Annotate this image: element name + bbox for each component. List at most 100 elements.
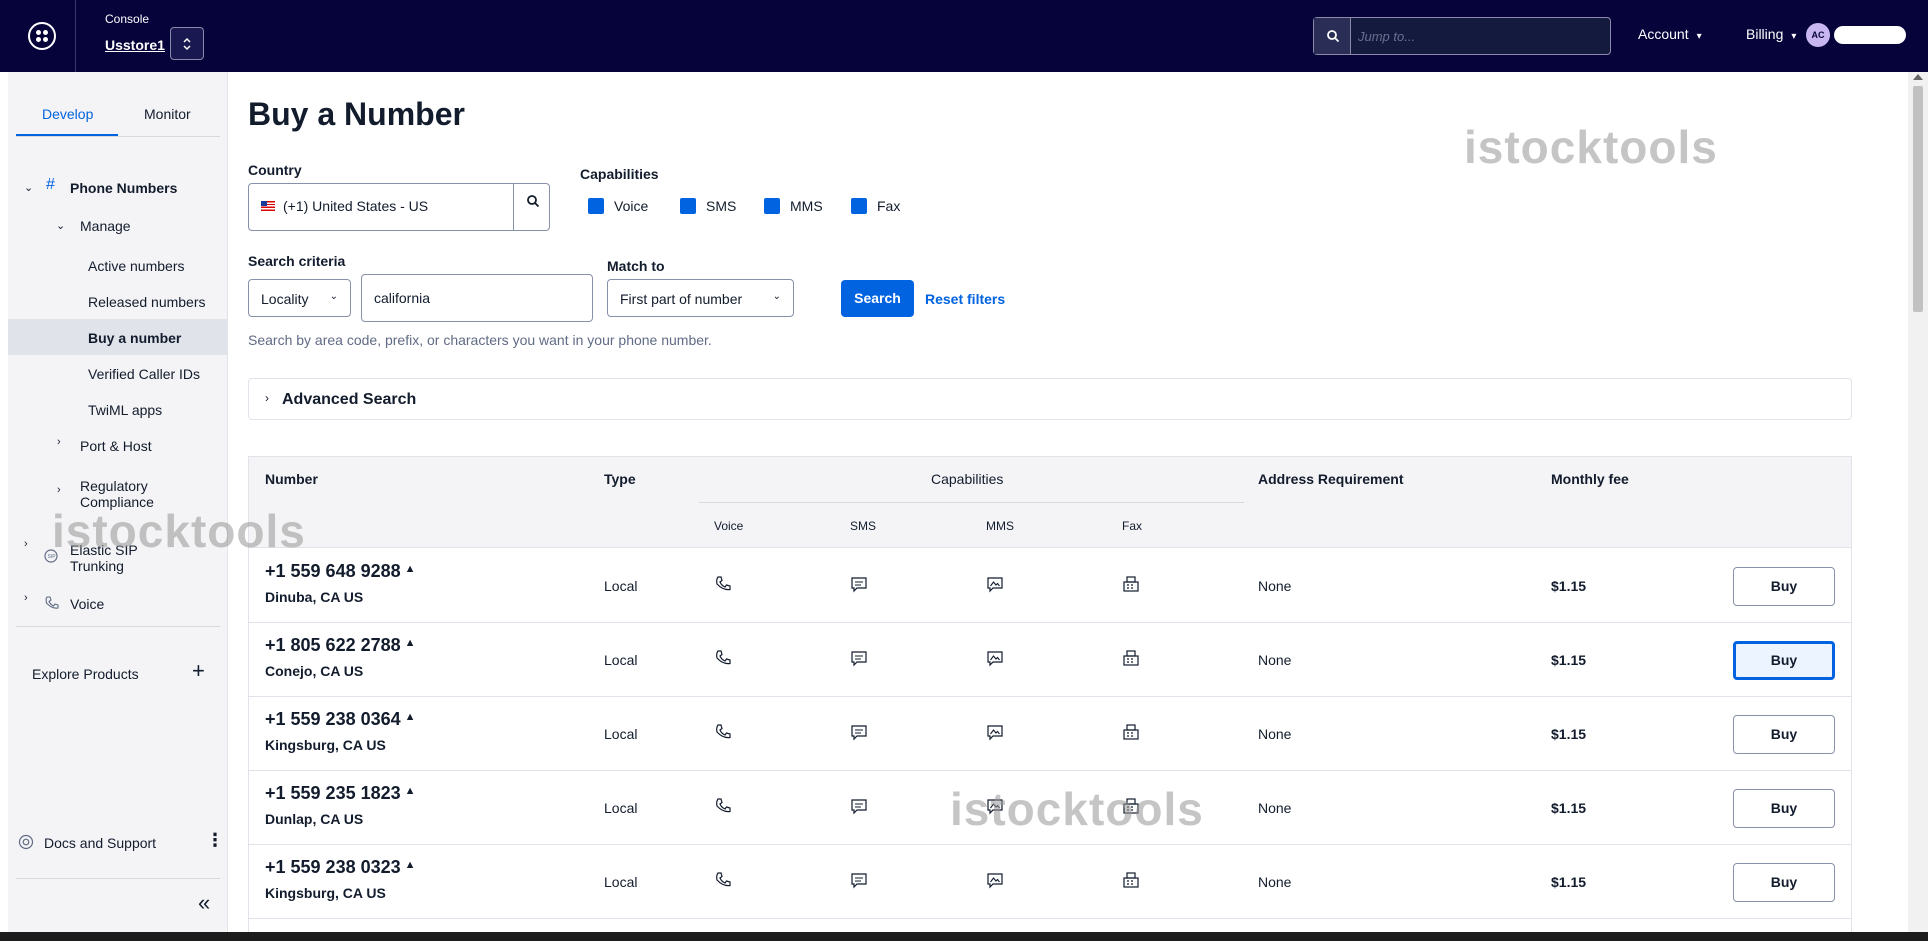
- watermark: istocktools: [52, 505, 306, 557]
- tab-monitor[interactable]: Monitor: [144, 106, 191, 122]
- chevron-right-icon[interactable]: ›: [24, 592, 28, 604]
- search-button[interactable]: [1314, 18, 1351, 54]
- capability-mms-checkbox[interactable]: MMS: [764, 198, 823, 214]
- capability-fax-checkbox[interactable]: Fax: [851, 198, 900, 214]
- phone-number: +1 559 235 1823 ▲: [265, 783, 416, 803]
- criteria-select-value: Locality: [261, 291, 309, 307]
- os-taskbar: [0, 932, 1928, 941]
- sort-triangle-icon: ▲: [404, 785, 416, 797]
- sidebar-item-manage[interactable]: Manage: [80, 218, 131, 234]
- plus-icon[interactable]: +: [192, 658, 205, 684]
- sidebar-item-buy-a-number[interactable]: Buy a number: [88, 330, 181, 346]
- checkbox-checked-icon: [680, 198, 696, 214]
- chevron-right-icon[interactable]: ›: [57, 436, 61, 448]
- sidebar-item-verified-caller-ids[interactable]: Verified Caller IDs: [88, 366, 200, 382]
- user-name-redacted[interactable]: [1834, 26, 1906, 44]
- chevron-down-icon: ▾: [1791, 31, 1797, 42]
- buy-button[interactable]: Buy: [1733, 863, 1835, 902]
- buy-button[interactable]: Buy: [1733, 789, 1835, 828]
- sort-triangle-icon: ▲: [404, 859, 416, 871]
- table-row: +1 559 238 0364 ▲ Kingsburg, CA US Local Non…: [249, 697, 1851, 771]
- voice-capability-icon: [714, 723, 732, 741]
- scroll-up-arrow-icon[interactable]: [1913, 74, 1923, 80]
- scrollbar-thumb[interactable]: [1913, 86, 1923, 312]
- page-title: Buy a Number: [248, 96, 465, 132]
- sidebar-item-active-numbers[interactable]: Active numbers: [88, 258, 184, 274]
- capability-mms-label: MMS: [790, 198, 823, 214]
- more-vertical-icon[interactable]: ⋮: [206, 830, 224, 851]
- tab-develop[interactable]: Develop: [42, 106, 93, 122]
- account-name-link[interactable]: Usstore1: [105, 37, 165, 53]
- collapse-sidebar-icon[interactable]: «: [198, 890, 210, 916]
- sidebar-item-port-host[interactable]: Port & Host: [80, 438, 152, 454]
- header-monthly-fee: Monthly fee: [1551, 471, 1629, 487]
- search-button[interactable]: Search: [841, 280, 914, 317]
- sidebar-item-phone-numbers[interactable]: Phone Numbers: [70, 180, 177, 196]
- table-row: +1 559 648 9288 ▲ Dinuba, CA US Local None $1…: [249, 549, 1851, 623]
- lifebuoy-icon: [18, 834, 34, 850]
- table-row: +1 559 238 0323 ▲ Kingsburg, CA US Local Non…: [249, 845, 1851, 919]
- checkbox-checked-icon: [764, 198, 780, 214]
- buy-button[interactable]: Buy: [1733, 567, 1835, 606]
- jump-to-input[interactable]: [1358, 27, 1598, 45]
- checkbox-checked-icon: [588, 198, 604, 214]
- search-criteria-input[interactable]: [361, 274, 593, 322]
- sidebar-item-voice[interactable]: Voice: [70, 596, 104, 612]
- buy-button[interactable]: Buy: [1733, 641, 1835, 680]
- address-requirement: None: [1258, 652, 1292, 668]
- country-search-button[interactable]: [513, 184, 550, 230]
- sort-triangle-icon: ▲: [404, 711, 416, 723]
- chevron-down-icon[interactable]: ⌄: [24, 181, 33, 194]
- capabilities-label: Capabilities: [580, 166, 659, 182]
- fax-capability-icon: [1122, 575, 1140, 593]
- phone-number: +1 805 622 2788 ▲: [265, 635, 416, 655]
- twilio-logo-icon[interactable]: [28, 22, 56, 50]
- docs-and-support-link[interactable]: Docs and Support: [44, 835, 156, 851]
- monthly-fee: $1.15: [1551, 578, 1587, 594]
- sidebar-item-twiml-apps[interactable]: TwiML apps: [88, 402, 162, 418]
- phone-number: +1 559 648 9288 ▲: [265, 561, 416, 581]
- chevron-down-icon: ▾: [1696, 31, 1702, 42]
- number-type: Local: [604, 578, 638, 594]
- number-type: Local: [604, 726, 638, 742]
- chevron-right-icon[interactable]: ›: [24, 538, 28, 550]
- address-requirement: None: [1258, 578, 1292, 594]
- results-table: Number Type Capabilities Address Require…: [248, 456, 1852, 932]
- chevron-right-icon[interactable]: ›: [57, 484, 61, 496]
- country-select[interactable]: (+1) United States - US: [248, 183, 550, 231]
- account-menu[interactable]: Account ▾: [1638, 26, 1702, 42]
- number-location: Conejo, CA US: [265, 663, 364, 679]
- match-to-select[interactable]: First part of number ⌄: [607, 279, 794, 317]
- account-switcher-button[interactable]: [170, 27, 204, 60]
- header-type: Type: [604, 471, 636, 487]
- search-criteria-select[interactable]: Locality ⌄: [248, 279, 351, 317]
- checkbox-checked-icon: [851, 198, 867, 214]
- sidebar-item-released-numbers[interactable]: Released numbers: [88, 294, 206, 310]
- explore-products-link[interactable]: Explore Products: [32, 666, 139, 682]
- header-capabilities: Capabilities: [931, 471, 1004, 487]
- regulatory-line1: Regulatory: [80, 478, 148, 494]
- address-requirement: None: [1258, 726, 1292, 742]
- sms-capability-icon: [850, 871, 868, 889]
- mms-capability-icon: [986, 649, 1004, 667]
- chevron-down-icon: ⌄: [329, 291, 338, 302]
- main-scrollbar[interactable]: [1908, 72, 1928, 932]
- header-number: Number: [265, 471, 318, 487]
- advanced-search-accordion[interactable]: › Advanced Search: [248, 378, 1852, 420]
- number-location: Dinuba, CA US: [265, 589, 364, 605]
- account-menu-label: Account: [1638, 26, 1689, 42]
- sidebar: Develop Monitor ⌄ # Phone Numbers ⌄ Mana…: [8, 72, 228, 932]
- number-type: Local: [604, 874, 638, 890]
- chevron-down-icon: ⌄: [772, 291, 781, 302]
- capability-fax-label: Fax: [877, 198, 901, 214]
- capability-sms-checkbox[interactable]: SMS: [680, 198, 736, 214]
- chevron-right-icon: ›: [265, 391, 269, 405]
- voice-capability-icon: [714, 575, 732, 593]
- avatar[interactable]: AC: [1806, 23, 1830, 47]
- chevron-down-icon[interactable]: ⌄: [56, 219, 65, 232]
- capability-voice-checkbox[interactable]: Voice: [588, 198, 648, 214]
- buy-button[interactable]: Buy: [1733, 715, 1835, 754]
- search-help-text: Search by area code, prefix, or characte…: [248, 332, 712, 348]
- reset-filters-link[interactable]: Reset filters: [925, 291, 1005, 307]
- billing-menu[interactable]: Billing ▾: [1746, 26, 1796, 42]
